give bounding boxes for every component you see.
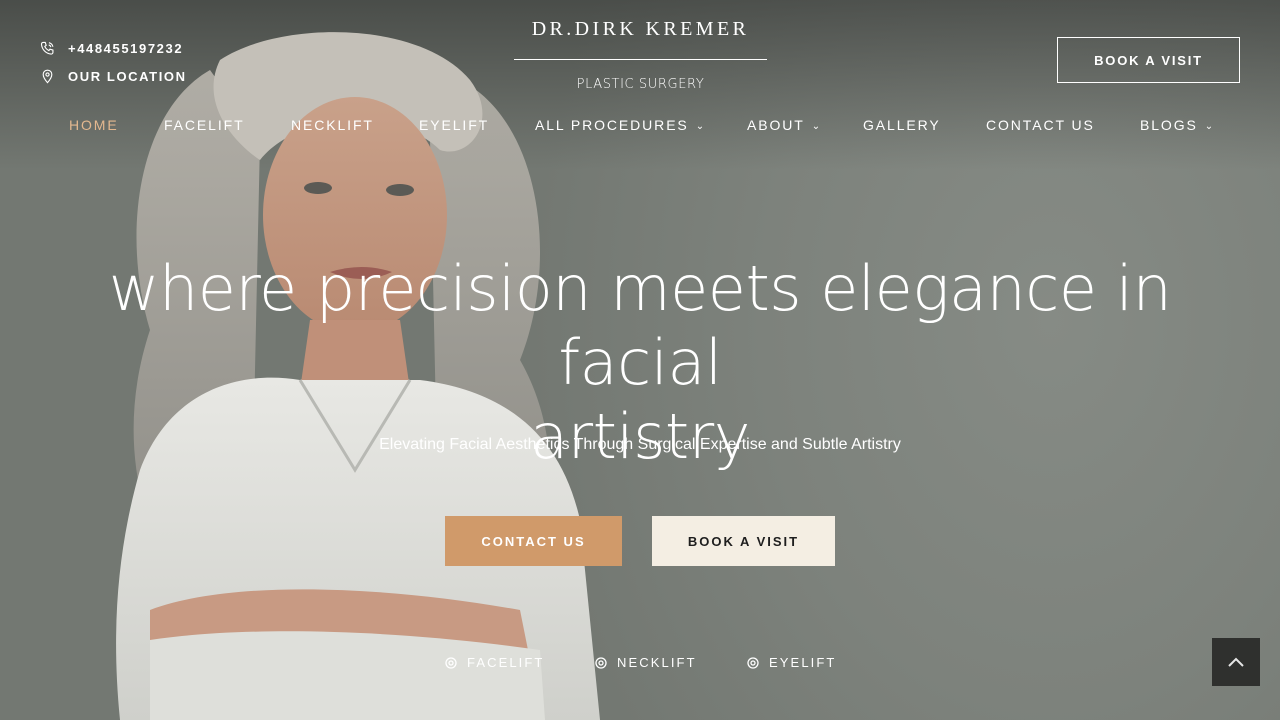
chevron-down-icon: ⌄ xyxy=(695,120,706,132)
nav-item-necklift[interactable]: NECKLIFT xyxy=(291,117,374,133)
hero-section: +448455197232 OUR LOCATION DR.DIRK KREME… xyxy=(0,0,1280,720)
nav-item-label: BLOGS xyxy=(1140,117,1198,133)
nav-item-label: FACELIFT xyxy=(164,117,245,133)
nav-item-label: GALLERY xyxy=(863,117,941,133)
nav-item-label: ABOUT xyxy=(747,117,805,133)
tag-eyelift[interactable]: EYELIFT xyxy=(747,655,836,670)
logo-name: DR.DIRK KREMER xyxy=(531,18,750,40)
nav-item-label: NECKLIFT xyxy=(291,117,374,133)
hero-headline-line-1: where precision meets elegance in facial xyxy=(108,252,1172,399)
phone-icon xyxy=(40,41,54,55)
site-logo[interactable]: DR.DIRK KREMER PLASTIC SURGERY xyxy=(514,18,767,92)
chevron-up-icon xyxy=(1228,657,1244,667)
book-visit-button[interactable]: BOOK A VISIT xyxy=(652,516,835,566)
procedure-tags: FACELIFT NECKLIFT EYELIFT xyxy=(0,655,1280,675)
tag-facelift[interactable]: FACELIFT xyxy=(445,655,544,670)
location-link[interactable]: OUR LOCATION xyxy=(40,62,187,90)
nav-item-blogs[interactable]: BLOGS ⌄ xyxy=(1140,117,1215,133)
header-contact: +448455197232 OUR LOCATION xyxy=(40,34,187,90)
phone-number: +448455197232 xyxy=(68,40,184,56)
nav-item-all-procedures[interactable]: ALL PROCEDURES ⌄ xyxy=(535,117,706,133)
phone-link[interactable]: +448455197232 xyxy=(40,34,187,62)
logo-divider xyxy=(514,59,767,60)
tag-label: EYELIFT xyxy=(769,655,837,670)
chevron-down-icon: ⌄ xyxy=(811,120,823,132)
map-pin-icon xyxy=(42,69,53,84)
location-label: OUR LOCATION xyxy=(68,68,187,84)
nav-item-label: HOME xyxy=(69,117,119,133)
nav-item-facelift[interactable]: FACELIFT xyxy=(164,117,245,133)
nav-item-contact-us[interactable]: CONTACT US xyxy=(986,117,1095,133)
nav-item-label: EYELIFT xyxy=(419,117,490,133)
nav-item-about[interactable]: ABOUT ⌄ xyxy=(747,117,822,133)
tag-label: NECKLIFT xyxy=(617,655,697,670)
nav-item-label: CONTACT US xyxy=(986,117,1095,133)
chevron-down-icon: ⌄ xyxy=(1204,120,1216,132)
nav-item-home[interactable]: HOME xyxy=(69,117,119,133)
logo-subtitle: PLASTIC SURGERY xyxy=(576,77,705,92)
nav-item-gallery[interactable]: GALLERY xyxy=(863,117,941,133)
tag-label: FACELIFT xyxy=(467,655,545,670)
nav-item-eyelift[interactable]: EYELIFT xyxy=(419,117,489,133)
contact-us-button[interactable]: CONTACT US xyxy=(445,516,622,566)
book-visit-header-button[interactable]: BOOK A VISIT xyxy=(1057,37,1240,83)
target-icon xyxy=(747,656,759,669)
hero-subheadline: Elevating Facial Aesthetics Through Surg… xyxy=(379,436,901,453)
scroll-to-top-button[interactable] xyxy=(1212,638,1260,686)
main-navigation: HOME FACELIFT NECKLIFT EYELIFT ALL PROCE… xyxy=(0,117,1280,139)
target-icon xyxy=(595,656,607,669)
tag-necklift[interactable]: NECKLIFT xyxy=(595,655,697,670)
nav-item-label: ALL PROCEDURES xyxy=(535,117,689,133)
target-icon xyxy=(445,656,457,669)
